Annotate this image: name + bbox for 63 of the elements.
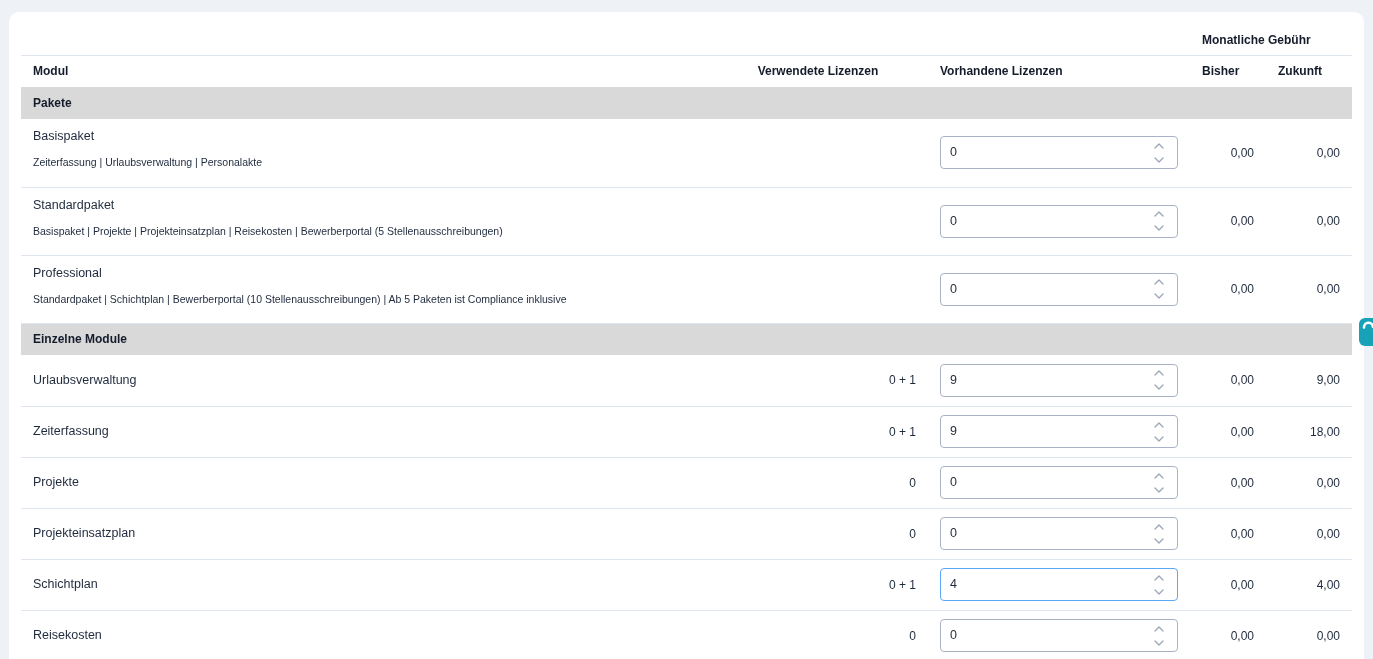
section-heading: Pakete xyxy=(21,87,1352,119)
current-fee: 0,00 xyxy=(1230,424,1254,439)
future-fee: 9,00 xyxy=(1316,373,1340,388)
module-name: Urlaubsverwaltung xyxy=(33,372,137,387)
package-description: Standardpaket | Schichtplan | Bewerberportal (10 Stellenausschreibungen) | Ab 5 Paketen ist Compliance inklusive xyxy=(33,291,567,306)
spinner-icon[interactable] xyxy=(1153,369,1165,392)
used-licenses: 0 xyxy=(909,475,916,490)
license-count-field[interactable]: 9 xyxy=(940,363,1178,397)
future-fee: 18,00 xyxy=(1309,424,1340,439)
license-count-field[interactable]: 0 xyxy=(940,517,1178,550)
column-heading: Bisher xyxy=(1202,64,1240,79)
spinner-icon[interactable] xyxy=(1153,141,1165,164)
package-name: Standardpaket xyxy=(33,196,115,213)
module-name: Zeiterfassung xyxy=(33,424,109,439)
used-licenses: 0 xyxy=(909,526,916,541)
column-heading: Verwendete Lizenzen xyxy=(757,64,879,79)
current-fee: 0,00 xyxy=(1230,628,1254,643)
used-licenses: 0 + 1 xyxy=(888,373,916,388)
package-name: Professional xyxy=(33,264,102,281)
current-fee: 0,00 xyxy=(1230,282,1254,296)
license-count-field[interactable]: 4 xyxy=(940,568,1178,601)
current-fee: 0,00 xyxy=(1230,373,1254,388)
spinner-icon[interactable] xyxy=(1153,522,1165,545)
help-icon[interactable] xyxy=(1359,318,1373,346)
spinner-icon[interactable] xyxy=(1153,624,1165,647)
license-count-field[interactable]: 0 xyxy=(940,204,1178,238)
spinner-icon[interactable] xyxy=(1153,210,1165,232)
current-fee: 0,00 xyxy=(1230,475,1254,490)
package-description: Zeiterfassung | Urlaubsverwaltung | Personalakte xyxy=(33,155,262,169)
license-count-field[interactable]: 0 xyxy=(940,466,1178,499)
package-name: Basispaket xyxy=(33,128,95,144)
future-fee: 0,00 xyxy=(1316,282,1340,296)
column-group-heading: Monatliche Gebühr xyxy=(1202,32,1311,47)
future-fee: 0,00 xyxy=(1316,214,1340,228)
future-fee: 4,00 xyxy=(1316,577,1340,592)
future-fee: 0,00 xyxy=(1316,526,1340,541)
spinner-icon[interactable] xyxy=(1153,420,1165,443)
module-name: Projekteinsatzplan xyxy=(33,526,136,541)
used-licenses: 0 + 1 xyxy=(888,424,916,439)
used-licenses: 0 + 1 xyxy=(888,577,916,592)
current-fee: 0,00 xyxy=(1230,526,1254,541)
license-count-field[interactable]: 9 xyxy=(940,415,1178,448)
module-name: Reisekosten xyxy=(33,628,102,643)
spinner-icon[interactable] xyxy=(1153,471,1165,494)
license-count-field[interactable]: 0 xyxy=(940,136,1178,170)
current-fee: 0,00 xyxy=(1230,577,1254,592)
column-heading: Zukunft xyxy=(1278,64,1322,79)
module-name: Projekte xyxy=(33,475,79,490)
column-heading: Modul xyxy=(33,64,69,79)
current-fee: 0,00 xyxy=(1230,214,1254,228)
used-licenses: 0 xyxy=(909,628,916,643)
future-fee: 0,00 xyxy=(1316,475,1340,490)
column-heading: Vorhandene Lizenzen xyxy=(940,64,1063,79)
spinner-icon[interactable] xyxy=(1153,573,1165,596)
future-fee: 0,00 xyxy=(1316,145,1340,160)
package-description: Basispaket | Projekte | Projekteinsatzplan | Reisekosten | Bewerberportal (5 Stellenausschreibungen) xyxy=(33,223,503,238)
section-heading: Einzelne Module xyxy=(21,323,1352,355)
future-fee: 0,00 xyxy=(1316,628,1340,643)
license-count-field[interactable]: 0 xyxy=(940,272,1178,306)
module-name: Schichtplan xyxy=(33,577,98,592)
spinner-icon[interactable] xyxy=(1153,278,1165,300)
current-fee: 0,00 xyxy=(1230,145,1254,160)
license-count-field[interactable]: 0 xyxy=(940,619,1178,652)
